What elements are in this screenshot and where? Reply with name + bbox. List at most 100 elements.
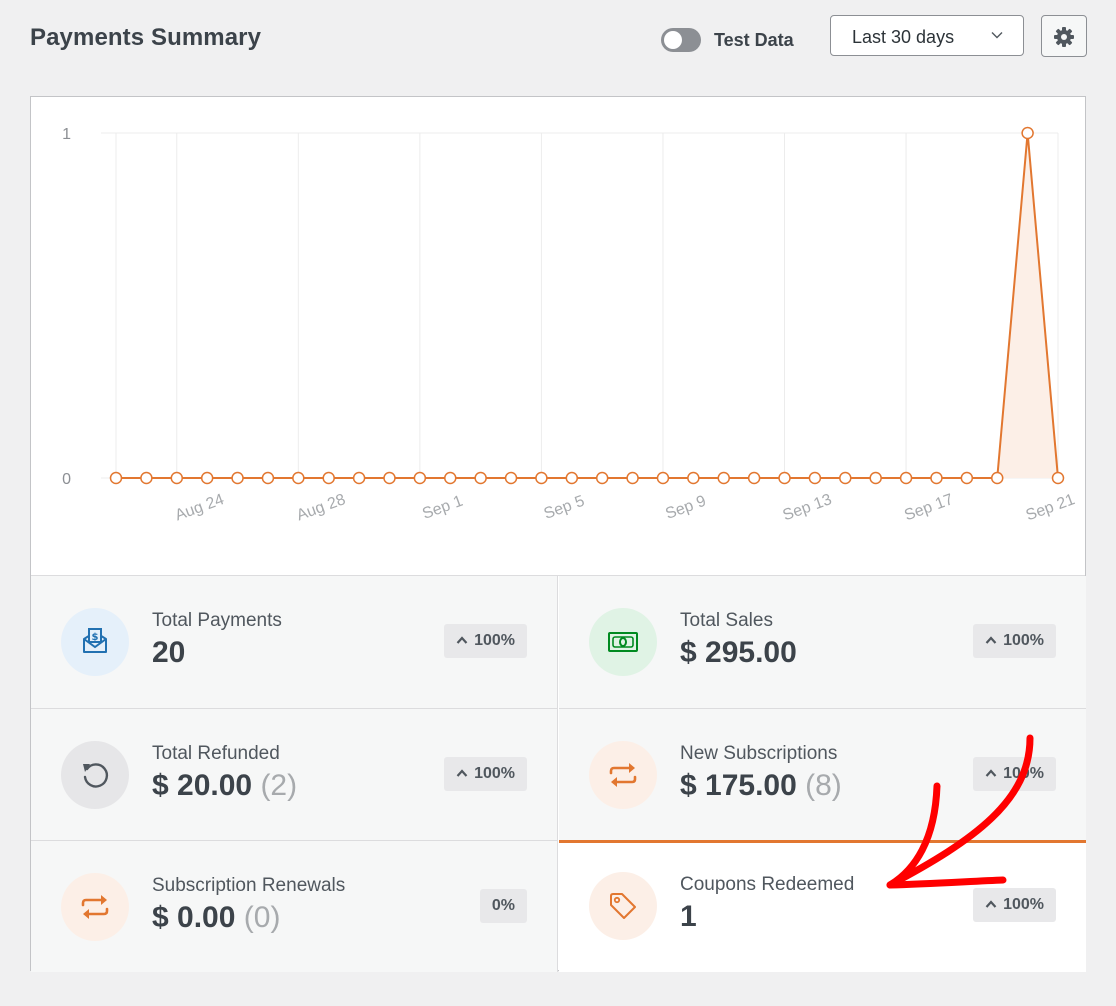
- data-point: [109, 471, 123, 485]
- stat-amount: $ 0.00: [152, 901, 236, 934]
- svg-text:$: $: [92, 632, 99, 643]
- data-point: [595, 471, 609, 485]
- x-tick-label: Aug 28: [294, 491, 348, 524]
- page-title: Payments Summary: [30, 24, 262, 51]
- stat-total-payments[interactable]: $ Total Payments 20 100%: [31, 576, 558, 708]
- x-tick-label: Sep 5: [542, 493, 587, 523]
- stat-change-badge: 100%: [973, 624, 1056, 658]
- stat-coupons-redeemed[interactable]: Coupons Redeemed 1 100%: [559, 840, 1086, 972]
- data-point: [930, 471, 943, 485]
- x-tick-label: Sep 21: [1024, 491, 1078, 524]
- stat-value: $ 0.00 (0): [152, 901, 280, 935]
- stat-amount: 1: [680, 900, 697, 933]
- data-point: [504, 471, 518, 485]
- data-point: [535, 471, 548, 485]
- stat-total-sales[interactable]: Total Sales $ 295.00 100%: [559, 576, 1086, 708]
- stat-change: 100%: [1003, 632, 1044, 649]
- tag-icon: [589, 872, 657, 940]
- y-tick-label: 0: [62, 471, 71, 488]
- banknote-icon: [589, 608, 657, 676]
- stat-change-badge: 100%: [444, 757, 527, 791]
- data-point: [656, 471, 670, 485]
- x-tick-label: Sep 13: [781, 491, 835, 524]
- repeat-icon: [589, 741, 657, 809]
- data-point: [687, 471, 700, 485]
- stat-count: (2): [260, 769, 298, 802]
- stats-grid: $ Total Payments 20 100% Total Sales $ 2…: [31, 575, 1086, 972]
- payments-summary-panel: 0 1 Aug 24 Aug 28 Sep 1 Sep 5 Sep 9 Sep 13 Sep 1…: [30, 96, 1086, 972]
- chevron-down-icon: [991, 32, 1003, 39]
- data-point: [261, 471, 275, 485]
- stat-change: 100%: [474, 765, 515, 782]
- data-point: [231, 471, 244, 485]
- stat-value: $ 20.00 (2): [152, 769, 297, 803]
- chevron-up-icon: [985, 636, 997, 644]
- data-point: [140, 471, 153, 485]
- stat-amount: 20: [152, 636, 186, 669]
- stat-value: 1: [680, 900, 697, 934]
- data-point: [292, 471, 305, 485]
- data-point: [322, 471, 335, 485]
- data-point: [747, 471, 761, 485]
- stat-amount: $ 175.00: [680, 769, 797, 802]
- stat-new-subscriptions[interactable]: New Subscriptions $ 175.00 (8) 100%: [559, 708, 1086, 840]
- data-point: [960, 471, 974, 485]
- stat-total-refunded[interactable]: Total Refunded $ 20.00 (2) 100%: [31, 708, 558, 840]
- stat-label: Total Refunded: [152, 743, 280, 764]
- data-point: [444, 471, 457, 485]
- stat-value: 20: [152, 636, 185, 670]
- undo-icon: [61, 741, 129, 809]
- series-area: [116, 133, 1058, 478]
- data-point: [413, 471, 427, 485]
- stat-change: 0%: [491, 897, 515, 914]
- stat-change: 100%: [1003, 765, 1044, 782]
- data-point: [839, 471, 852, 485]
- data-point: [626, 471, 639, 485]
- repeat-icon: [61, 873, 129, 941]
- y-tick-label: 1: [62, 126, 71, 143]
- data-point: [352, 471, 366, 485]
- data-point: [565, 471, 579, 485]
- stat-change-badge: 100%: [973, 888, 1056, 922]
- data-point: [474, 471, 487, 485]
- payments-chart: 0 1 Aug 24 Aug 28 Sep 1 Sep 5 Sep 9 Sep 13 Sep 1…: [31, 97, 1085, 575]
- stat-subscription-renewals[interactable]: Subscription Renewals $ 0.00 (0) 0%: [31, 840, 558, 972]
- test-data-toggle[interactable]: [661, 28, 701, 52]
- stat-change-badge: 0%: [479, 889, 527, 923]
- data-point: [1021, 126, 1034, 140]
- stat-label: New Subscriptions: [680, 743, 838, 764]
- x-tick-label: Sep 17: [902, 491, 956, 524]
- date-range-select[interactable]: Last 30 days: [830, 15, 1024, 56]
- stat-value: $ 295.00: [680, 636, 797, 670]
- stat-change-badge: 100%: [444, 624, 527, 658]
- stat-amount: $ 295.00: [680, 636, 797, 669]
- x-tick-label: Sep 1: [420, 493, 465, 523]
- date-range-value: Last 30 days: [852, 27, 955, 47]
- stat-value: $ 175.00 (8): [680, 769, 842, 803]
- money-envelope-icon: $: [61, 608, 129, 676]
- test-data-label[interactable]: Test Data: [714, 30, 794, 51]
- data-point: [170, 471, 184, 485]
- chevron-up-icon: [985, 769, 997, 777]
- stat-label: Coupons Redeemed: [680, 874, 855, 895]
- x-tick-label: Sep 9: [663, 493, 708, 523]
- gear-icon: [1054, 27, 1074, 47]
- data-point: [990, 471, 1004, 485]
- data-point: [778, 471, 791, 485]
- toggle-knob: [664, 31, 682, 49]
- stat-label: Subscription Renewals: [152, 875, 346, 896]
- chevron-up-icon: [456, 636, 468, 644]
- data-point: [869, 471, 882, 485]
- data-point: [383, 471, 396, 485]
- data-point: [808, 471, 822, 485]
- settings-button[interactable]: [1041, 15, 1087, 57]
- chevron-up-icon: [985, 900, 997, 908]
- page-header: Payments Summary Test Data Last 30 days: [0, 0, 1116, 80]
- stat-change: 100%: [1003, 896, 1044, 913]
- stat-change: 100%: [474, 632, 515, 649]
- data-point: [717, 471, 730, 485]
- chevron-up-icon: [456, 769, 468, 777]
- data-point: [899, 471, 913, 485]
- payments-line-chart: 0 1 Aug 24 Aug 28 Sep 1 Sep 5 Sep 9 Sep 13 Sep 1…: [62, 126, 1078, 524]
- stat-amount: $ 20.00: [152, 769, 253, 802]
